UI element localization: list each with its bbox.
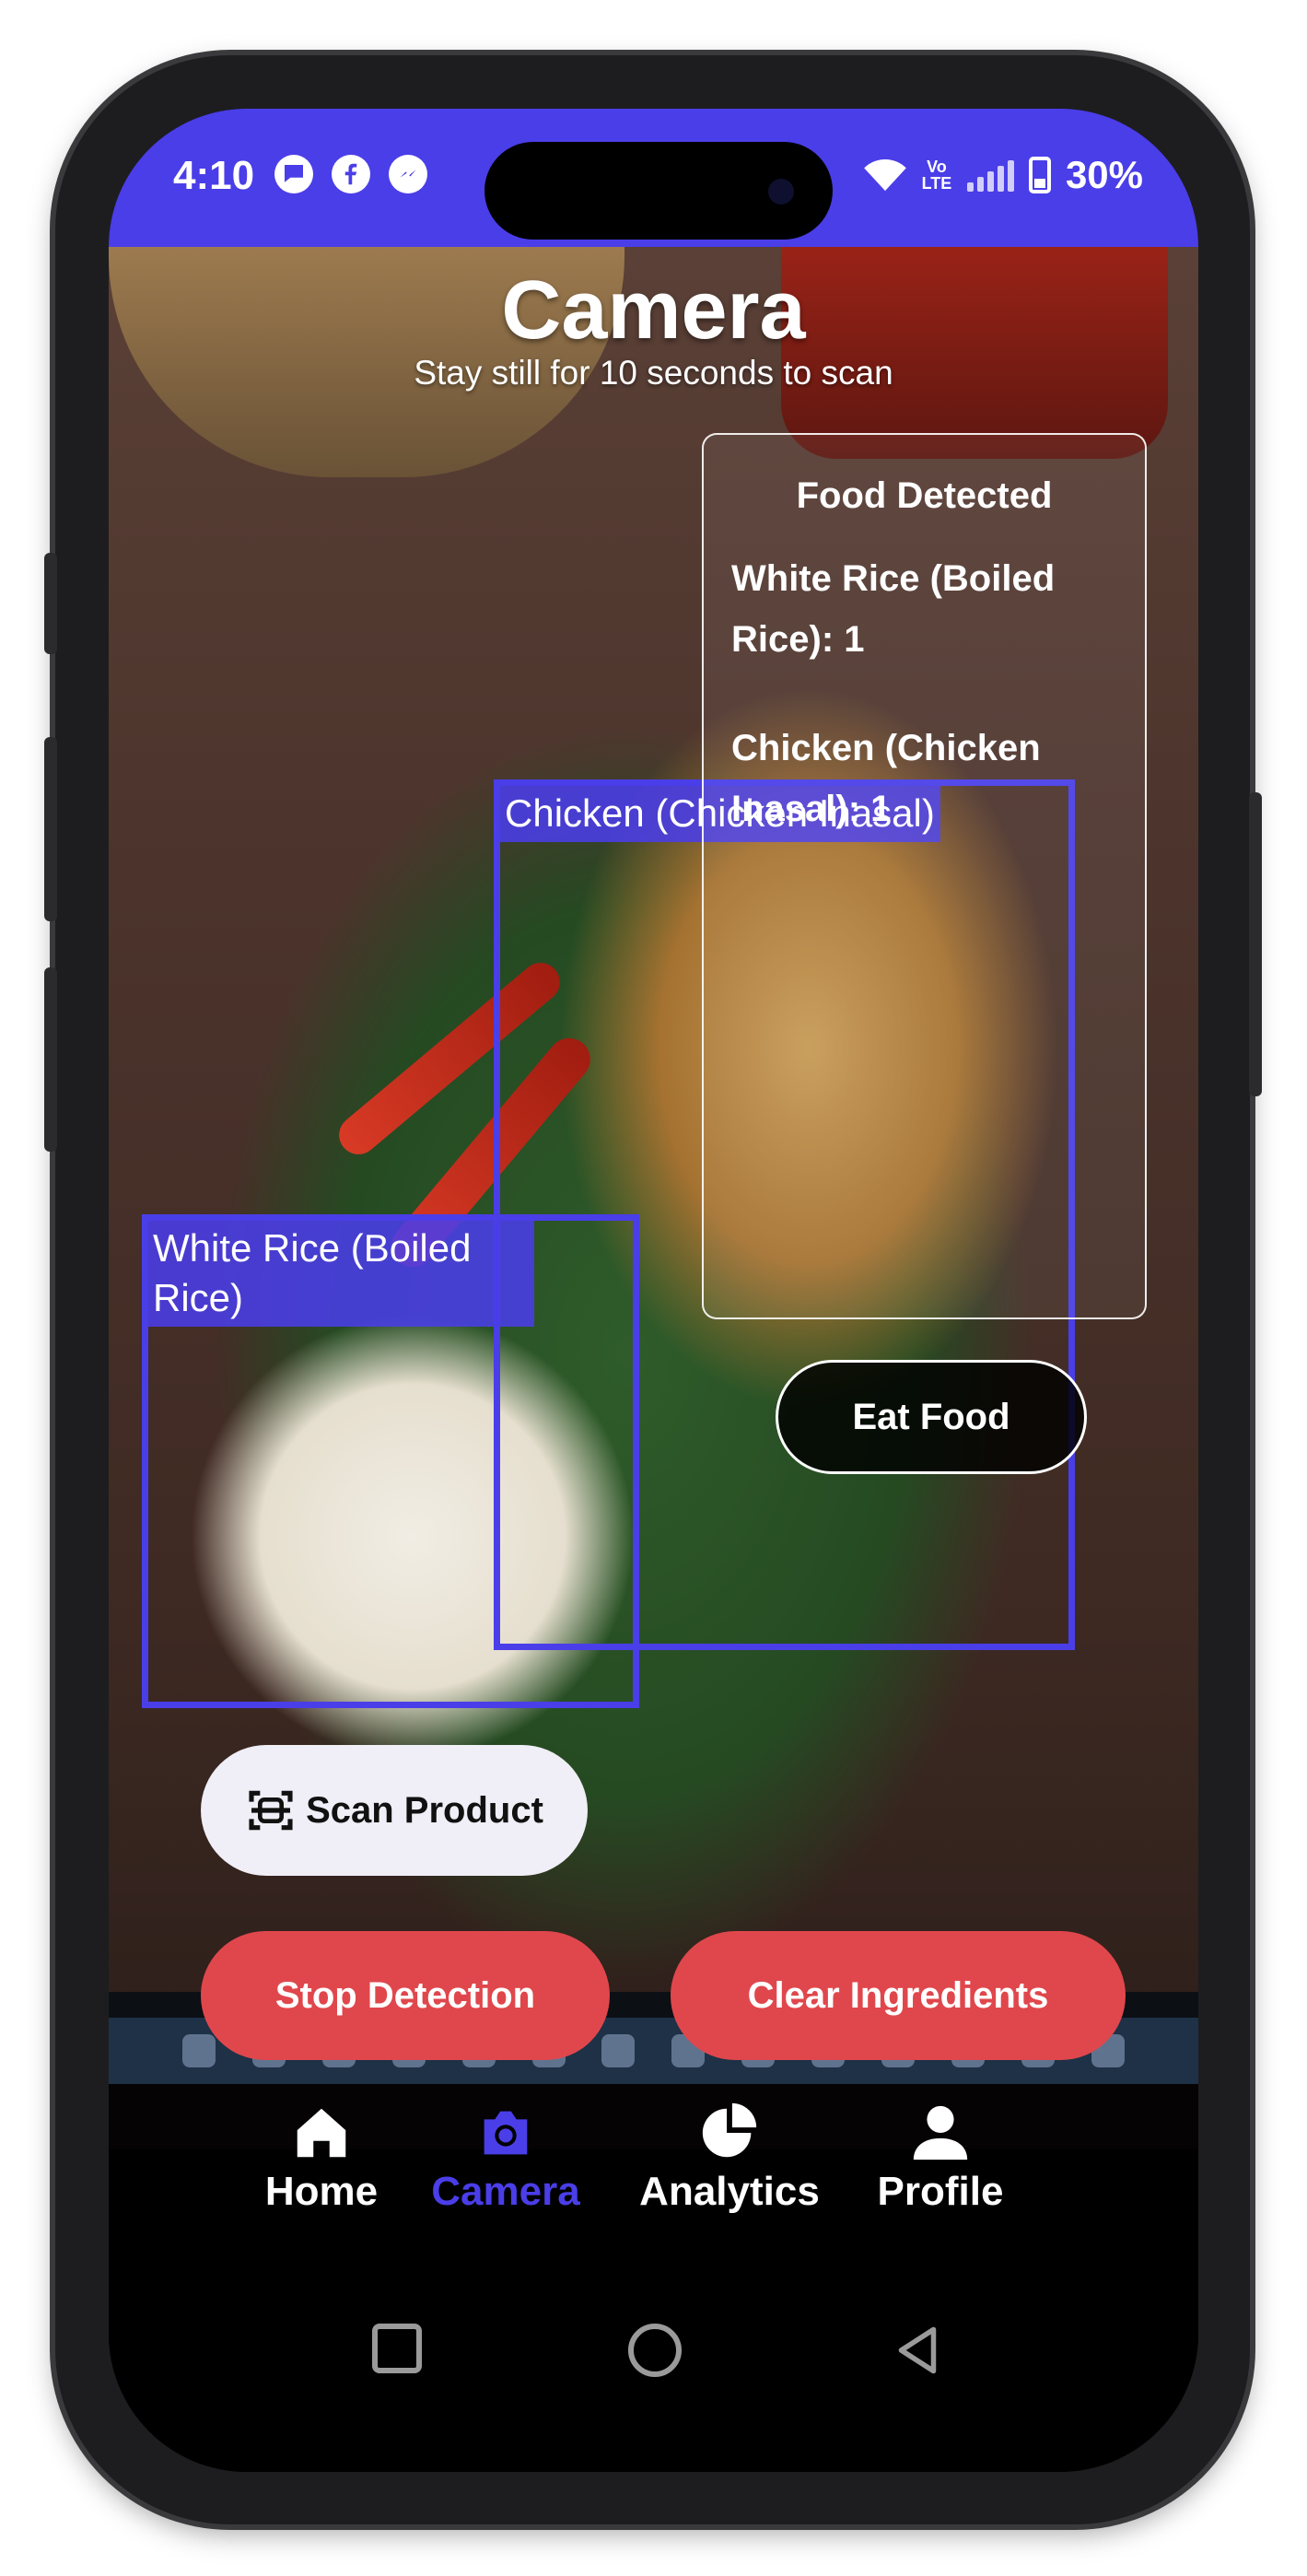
battery-icon (1028, 157, 1051, 193)
home-system-icon[interactable] (628, 2324, 682, 2377)
back-icon[interactable] (890, 2322, 945, 2379)
power-button (1249, 792, 1262, 1096)
facebook-icon (332, 155, 370, 193)
food-item: Chicken (Chicken Inasal): 1 (731, 728, 1041, 829)
nav-home[interactable]: Home (252, 2101, 391, 2215)
volume-down-button (44, 967, 57, 1152)
scan-product-label: Scan Product (306, 1789, 543, 1831)
pie-chart-icon (702, 2102, 757, 2158)
home-icon (297, 2108, 346, 2158)
status-right: Vo LTE 30% (864, 153, 1143, 197)
page-subtitle: Stay still for 10 seconds to scan (414, 354, 893, 392)
camera-icon (484, 2111, 528, 2155)
front-camera (768, 179, 794, 205)
dynamic-island (484, 142, 833, 240)
detection-label: White Rice (Boiled Rice) (147, 1220, 534, 1327)
mute-switch (44, 553, 57, 654)
screen: 4:10 Vo LTE 30% Camera Stay still for 10… (109, 109, 1198, 2472)
nav-analytics-label: Analytics (639, 2169, 820, 2214)
clear-ingredients-button[interactable]: Clear Ingredients (671, 1931, 1126, 2060)
status-time: 4:10 (173, 153, 255, 198)
taskbar-app-icon (181, 2034, 216, 2067)
scan-icon (249, 1790, 293, 1831)
bottom-navigation: Home Camera Analytics Profile (109, 2084, 1198, 2250)
volte-icon: Vo LTE (921, 158, 952, 193)
detection-box-rice: White Rice (Boiled Rice) (142, 1214, 639, 1708)
page-title: Camera (501, 264, 806, 357)
food-panel-title: Food Detected (796, 475, 1053, 516)
messenger-icon (389, 155, 427, 193)
nav-profile[interactable]: Profile (862, 2101, 1019, 2215)
nav-profile-label: Profile (877, 2169, 1004, 2214)
nav-home-label: Home (264, 2169, 379, 2214)
food-item: White Rice (Boiled Rice): 1 (731, 558, 1056, 660)
eat-food-button[interactable]: Eat Food (776, 1360, 1087, 1474)
chat-bubble-icon (274, 155, 313, 193)
wifi-icon (864, 158, 906, 192)
notification-icons (274, 155, 427, 193)
battery-percent: 30% (1065, 153, 1143, 196)
food-detected-panel: Food Detected White Rice (Boiled Rice): … (702, 433, 1147, 1319)
system-navigation-bar (109, 2250, 1198, 2472)
recents-icon[interactable] (372, 2324, 422, 2373)
taskbar-app-icon (601, 2034, 636, 2067)
scan-product-button[interactable]: Scan Product (201, 1745, 588, 1876)
nav-analytics[interactable]: Analytics (619, 2101, 840, 2215)
person-icon (913, 2105, 968, 2160)
nav-camera-label: Camera (431, 2169, 580, 2214)
stop-detection-button[interactable]: Stop Detection (201, 1931, 610, 2060)
signal-icon (966, 158, 1014, 192)
status-bar: 4:10 Vo LTE 30% (109, 109, 1198, 247)
nav-camera[interactable]: Camera (418, 2101, 593, 2215)
volume-up-button (44, 737, 57, 921)
